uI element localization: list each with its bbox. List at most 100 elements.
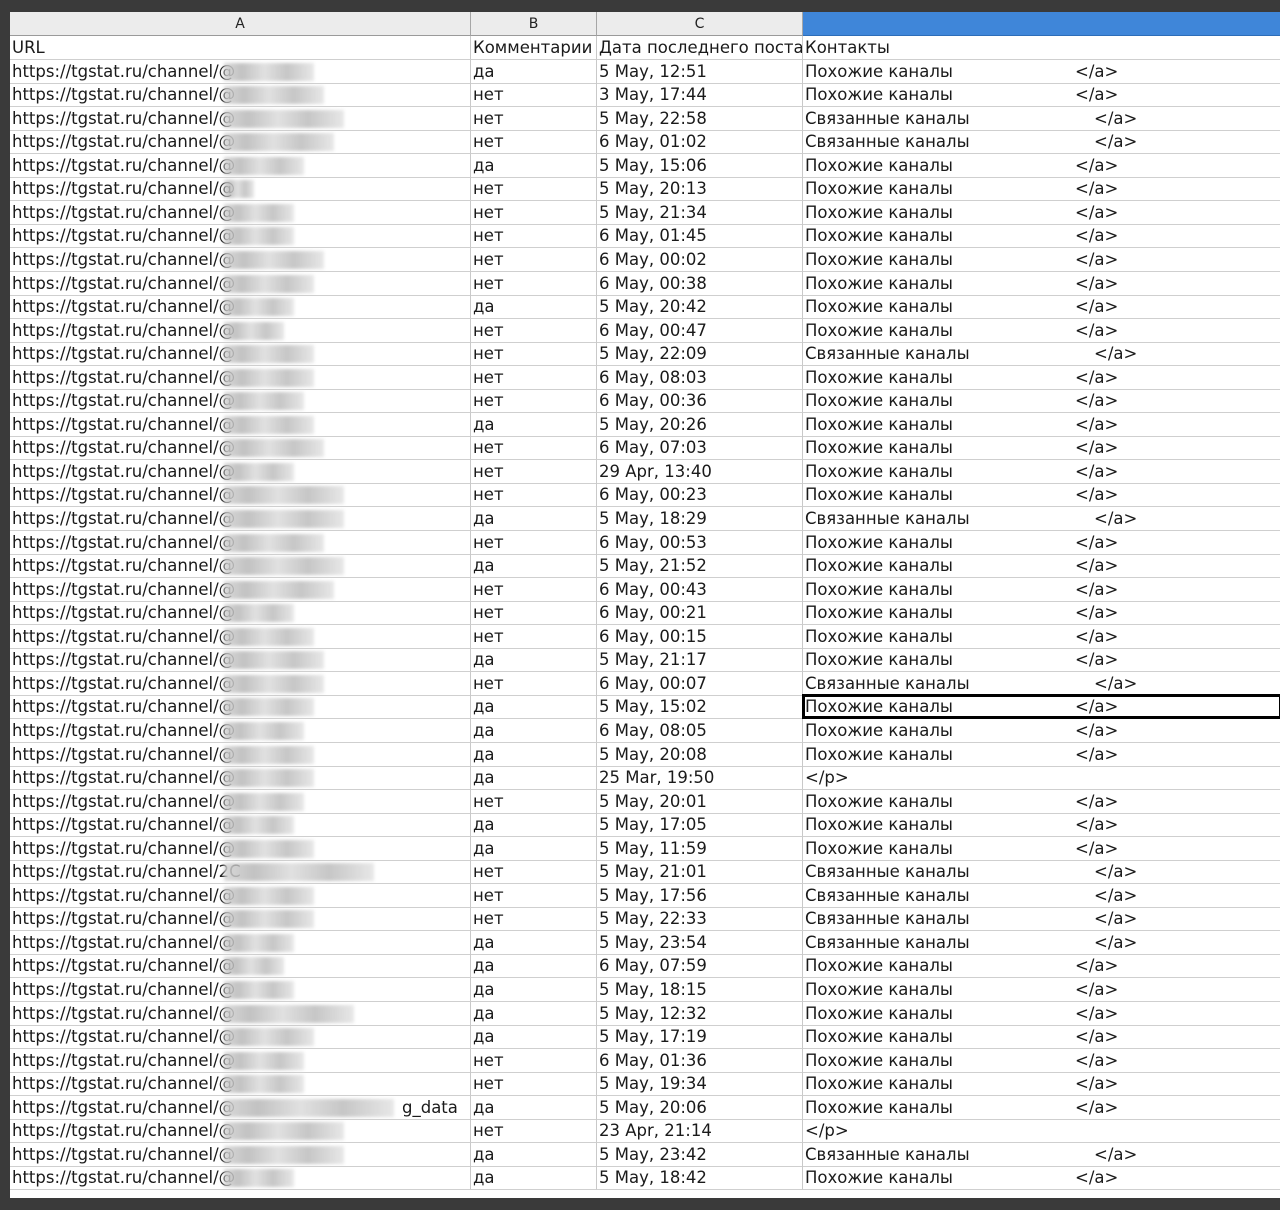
contacts-cell[interactable]: Похожие каналы </a> bbox=[803, 389, 1280, 414]
url-cell[interactable]: https://tgstat.ru/channel/@ bbox=[10, 836, 471, 861]
contacts-cell[interactable]: Похожие каналы </a> bbox=[803, 436, 1280, 461]
contacts-cell[interactable]: Похожие каналы </a> bbox=[803, 413, 1280, 437]
comments-cell[interactable]: нет bbox=[471, 883, 597, 908]
url-cell[interactable]: https://tgstat.ru/channel/@ bbox=[10, 247, 471, 272]
contacts-cell[interactable]: Связанные каналы </a> bbox=[803, 1143, 1280, 1167]
comments-cell[interactable]: нет bbox=[471, 247, 597, 272]
contacts-cell[interactable]: Похожие каналы </a> bbox=[803, 578, 1280, 602]
last-post-date-cell[interactable]: 5 May, 20:08 bbox=[597, 742, 803, 767]
comments-cell[interactable]: да bbox=[471, 59, 597, 84]
comments-cell[interactable]: нет bbox=[471, 1072, 597, 1097]
comments-cell[interactable]: нет bbox=[471, 106, 597, 131]
comments-cell[interactable]: да bbox=[471, 412, 597, 437]
comments-cell[interactable]: нет bbox=[471, 577, 597, 602]
contacts-cell[interactable]: Похожие каналы </a> bbox=[803, 248, 1280, 272]
last-post-date-cell[interactable]: 6 May, 00:23 bbox=[597, 483, 803, 508]
contacts-cell[interactable]: Похожие каналы </a> bbox=[803, 978, 1280, 1002]
contacts-cell[interactable]: </p> bbox=[803, 1119, 1280, 1144]
last-post-date-cell[interactable]: 5 May, 22:09 bbox=[597, 342, 803, 367]
column-header-b[interactable]: B bbox=[471, 12, 597, 36]
last-post-date-cell[interactable]: 6 May, 00:02 bbox=[597, 247, 803, 272]
url-cell[interactable]: https://tgstat.ru/channel/@ bbox=[10, 907, 471, 932]
contacts-cell[interactable]: Связанные каналы </a> bbox=[803, 507, 1280, 531]
contacts-cell[interactable]: Похожие каналы </a> bbox=[803, 554, 1280, 579]
contacts-cell[interactable]: Похожие каналы </a> bbox=[803, 295, 1280, 320]
url-cell[interactable]: https://tgstat.ru/channel/@ bbox=[10, 577, 471, 602]
contacts-cell[interactable]: Похожие каналы </a> bbox=[803, 177, 1280, 202]
last-post-date-cell[interactable]: 6 May, 00:07 bbox=[597, 671, 803, 696]
url-cell[interactable]: https://tgstat.ru/channel/@ bbox=[10, 648, 471, 673]
comments-cell[interactable]: нет bbox=[471, 459, 597, 484]
last-post-date-cell[interactable]: 6 May, 00:47 bbox=[597, 318, 803, 343]
url-cell[interactable]: https://tgstat.ru/channel/@ bbox=[10, 295, 471, 320]
comments-cell[interactable]: нет bbox=[471, 483, 597, 508]
last-post-date-cell[interactable]: 5 May, 17:56 bbox=[597, 883, 803, 908]
comments-cell[interactable]: нет bbox=[471, 224, 597, 249]
comments-cell[interactable]: нет bbox=[471, 200, 597, 225]
contacts-cell[interactable]: Похожие каналы </a> bbox=[803, 483, 1280, 508]
comments-cell[interactable]: нет bbox=[471, 177, 597, 202]
last-post-date-cell[interactable]: 6 May, 00:36 bbox=[597, 389, 803, 414]
url-cell[interactable]: https://tgstat.ru/channel/2C bbox=[10, 860, 471, 885]
last-post-date-cell[interactable]: 6 May, 08:05 bbox=[597, 718, 803, 743]
comments-cell[interactable]: нет bbox=[471, 318, 597, 343]
last-post-date-cell[interactable]: 6 May, 00:15 bbox=[597, 624, 803, 649]
contacts-cell[interactable]: Связанные каналы </a> bbox=[803, 130, 1280, 155]
last-post-date-cell[interactable]: 6 May, 01:45 bbox=[597, 224, 803, 249]
contacts-cell[interactable]: Похожие каналы </a> bbox=[803, 1002, 1280, 1026]
last-post-date-cell[interactable]: 6 May, 07:59 bbox=[597, 954, 803, 979]
contacts-cell[interactable]: Похожие каналы </a> bbox=[803, 648, 1280, 673]
last-post-date-cell[interactable]: 5 May, 18:15 bbox=[597, 978, 803, 1002]
contacts-cell[interactable]: Связанные каналы </a> bbox=[803, 672, 1280, 696]
url-cell[interactable]: https://tgstat.ru/channel/@ bbox=[10, 224, 471, 249]
last-post-date-cell[interactable]: 5 May, 15:06 bbox=[597, 153, 803, 178]
last-post-date-cell[interactable]: 5 May, 17:19 bbox=[597, 1025, 803, 1050]
comments-cell[interactable]: да bbox=[471, 930, 597, 955]
header-cell-url[interactable]: URL bbox=[10, 36, 471, 60]
comments-cell[interactable]: да bbox=[471, 295, 597, 320]
comments-cell[interactable]: да bbox=[471, 1166, 597, 1191]
url-cell[interactable]: https://tgstat.ru/channel/@ bbox=[10, 436, 471, 461]
url-cell[interactable]: https://tgstat.ru/channel/@ bbox=[10, 883, 471, 908]
contacts-cell[interactable]: Связанные каналы </a> bbox=[803, 907, 1280, 932]
comments-cell[interactable]: да bbox=[471, 978, 597, 1002]
url-cell[interactable]: https://tgstat.ru/channel/@ bbox=[10, 342, 471, 367]
contacts-cell[interactable]: Похожие каналы </a> bbox=[803, 813, 1280, 838]
comments-cell[interactable]: да bbox=[471, 836, 597, 861]
last-post-date-cell[interactable]: 6 May, 08:03 bbox=[597, 365, 803, 390]
url-cell[interactable]: https://tgstat.ru/channel/@ bbox=[10, 718, 471, 743]
comments-cell[interactable]: нет bbox=[471, 671, 597, 696]
contacts-cell[interactable]: Похожие каналы </a> bbox=[803, 224, 1280, 249]
contacts-cell[interactable]: Похожие каналы </a> bbox=[803, 60, 1280, 84]
contacts-cell[interactable]: Похожие каналы </a> bbox=[803, 201, 1280, 225]
last-post-date-cell[interactable]: 6 May, 00:43 bbox=[597, 577, 803, 602]
last-post-date-cell[interactable]: 5 May, 19:34 bbox=[597, 1072, 803, 1097]
url-cell[interactable]: https://tgstat.ru/channel/@ bbox=[10, 389, 471, 414]
comments-cell[interactable]: нет bbox=[471, 130, 597, 155]
last-post-date-cell[interactable]: 6 May, 00:21 bbox=[597, 601, 803, 626]
last-post-date-cell[interactable]: 5 May, 23:54 bbox=[597, 930, 803, 955]
contacts-cell[interactable]: Похожие каналы </a> bbox=[803, 1072, 1280, 1097]
url-cell[interactable]: https://tgstat.ru/channel/@ bbox=[10, 412, 471, 437]
last-post-date-cell[interactable]: 5 May, 21:52 bbox=[597, 554, 803, 579]
contacts-cell[interactable]: Похожие каналы </a> bbox=[803, 719, 1280, 743]
url-cell[interactable]: https://tgstat.ru/channel/@ bbox=[10, 1166, 471, 1191]
comments-cell[interactable]: нет bbox=[471, 83, 597, 108]
contacts-cell[interactable]: Похожие каналы </a> bbox=[803, 625, 1280, 649]
last-post-date-cell[interactable]: 3 May, 17:44 bbox=[597, 83, 803, 108]
contacts-cell[interactable]: Похожие каналы </a> bbox=[803, 272, 1280, 296]
url-cell[interactable]: https://tgstat.ru/channel/@ bbox=[10, 954, 471, 979]
last-post-date-cell[interactable]: 29 Apr, 13:40 bbox=[597, 459, 803, 484]
contacts-cell[interactable]: Похожие каналы </a> bbox=[803, 460, 1280, 484]
comments-cell[interactable]: нет bbox=[471, 624, 597, 649]
url-cell[interactable]: https://tgstat.ru/channel/@ bbox=[10, 1001, 471, 1026]
comments-cell[interactable]: да bbox=[471, 1095, 597, 1120]
last-post-date-cell[interactable]: 6 May, 01:02 bbox=[597, 130, 803, 155]
comments-cell[interactable]: да bbox=[471, 742, 597, 767]
last-post-date-cell[interactable]: 5 May, 18:29 bbox=[597, 507, 803, 531]
last-post-date-cell[interactable]: 5 May, 23:42 bbox=[597, 1142, 803, 1167]
url-cell[interactable]: https://tgstat.ru/channel/@ bbox=[10, 200, 471, 225]
comments-cell[interactable]: нет bbox=[471, 907, 597, 932]
contacts-cell[interactable]: Похожие каналы </a> bbox=[803, 743, 1280, 767]
url-cell[interactable]: https://tgstat.ru/channel/@ bbox=[10, 83, 471, 108]
